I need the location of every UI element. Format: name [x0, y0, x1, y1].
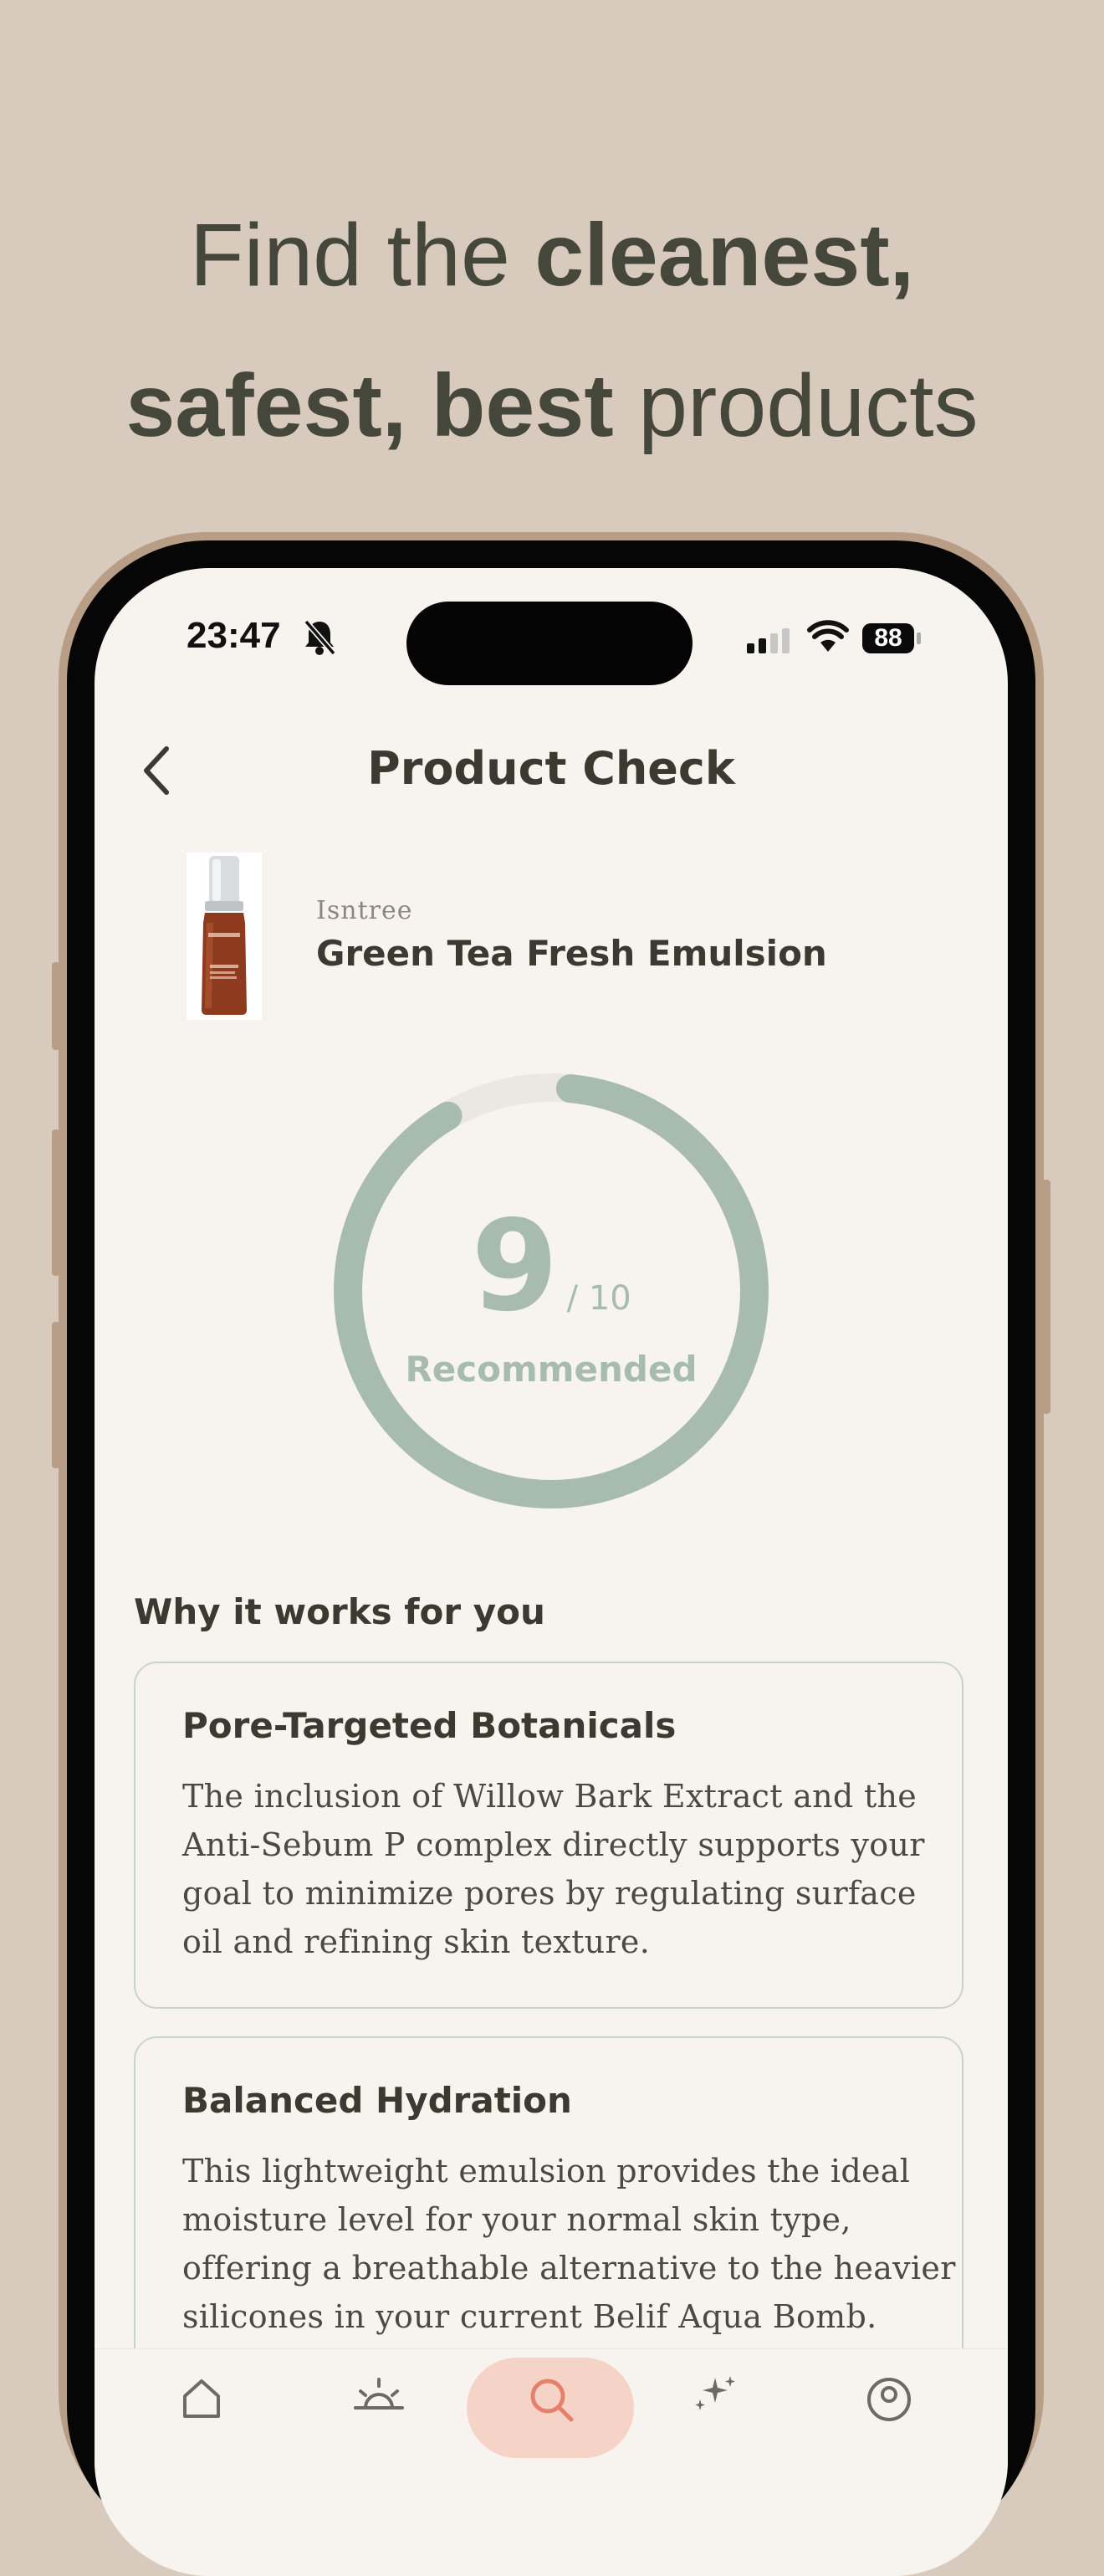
- score-out-of: / 10: [566, 1279, 631, 1318]
- product-image: [187, 853, 262, 1020]
- marketing-headline: Find the cleanest, safest, best products: [0, 180, 1104, 481]
- headline-bold-2: safest, best: [125, 356, 614, 455]
- signal-icon: [747, 628, 790, 653]
- sparkles-icon[interactable]: [690, 2374, 740, 2421]
- page-title: Product Check: [367, 742, 735, 795]
- phone-volume-down-button: [52, 1322, 60, 1468]
- score-display: 9/ 10: [330, 1204, 772, 1329]
- phone-volume-up-button: [52, 1129, 60, 1276]
- headline-regular-1: Find the: [189, 206, 535, 305]
- reason-card-line: offering a breathable alternative to the…: [182, 2250, 956, 2287]
- dynamic-island: [406, 602, 693, 685]
- profile-icon[interactable]: [864, 2374, 914, 2425]
- headline-regular-2: products: [613, 356, 979, 455]
- reason-card-title: Balanced Hydration: [182, 2080, 572, 2121]
- phone-screen: 23:47 88 Product Check Isntree Green Tea…: [95, 568, 1008, 2576]
- tab-bar: [95, 2348, 1008, 2576]
- score-label: Recommended: [405, 1349, 698, 1390]
- reason-card-line: The inclusion of Willow Bark Extract and…: [182, 1778, 917, 1815]
- phone-side-button: [52, 962, 60, 1050]
- home-icon[interactable]: [178, 2374, 225, 2421]
- status-time: 23:47: [187, 615, 281, 656]
- reason-card-line: Anti-Sebum P complex directly supports y…: [182, 1826, 925, 1863]
- battery-nub: [917, 632, 921, 644]
- wifi-icon: [807, 620, 849, 652]
- reason-card-body: The inclusion of Willow Bark Extract and…: [182, 1772, 935, 1966]
- reason-card-line: silicones in your current Belif Aqua Bom…: [182, 2298, 877, 2335]
- battery-indicator: 88: [862, 623, 914, 653]
- reason-card-line: This lightweight emulsion provides the i…: [182, 2153, 911, 2189]
- reason-card: Pore-Targeted Botanicals The inclusion o…: [134, 1662, 963, 2009]
- reason-card-line: goal to minimize pores by regulating sur…: [182, 1875, 917, 1912]
- reason-card-line: oil and refining skin texture.: [182, 1923, 651, 1960]
- reason-card-title: Pore-Targeted Botanicals: [182, 1705, 677, 1746]
- product-name: Green Tea Fresh Emulsion: [316, 933, 827, 974]
- reason-card-line: moisture level for your normal skin type…: [182, 2201, 851, 2238]
- section-title: Why it works for you: [134, 1591, 545, 1632]
- search-icon[interactable]: [526, 2374, 576, 2425]
- reason-card: Balanced Hydration This lightweight emul…: [134, 2036, 963, 2388]
- headline-bold-1: cleanest,: [534, 206, 915, 305]
- phone-power-button: [1042, 1180, 1050, 1414]
- reason-card-body: This lightweight emulsion provides the i…: [182, 2147, 956, 2341]
- sun-icon[interactable]: [354, 2374, 404, 2421]
- bell-slash-icon: [304, 619, 336, 656]
- product-brand: Isntree: [316, 896, 413, 925]
- score-value: 9: [471, 1194, 559, 1339]
